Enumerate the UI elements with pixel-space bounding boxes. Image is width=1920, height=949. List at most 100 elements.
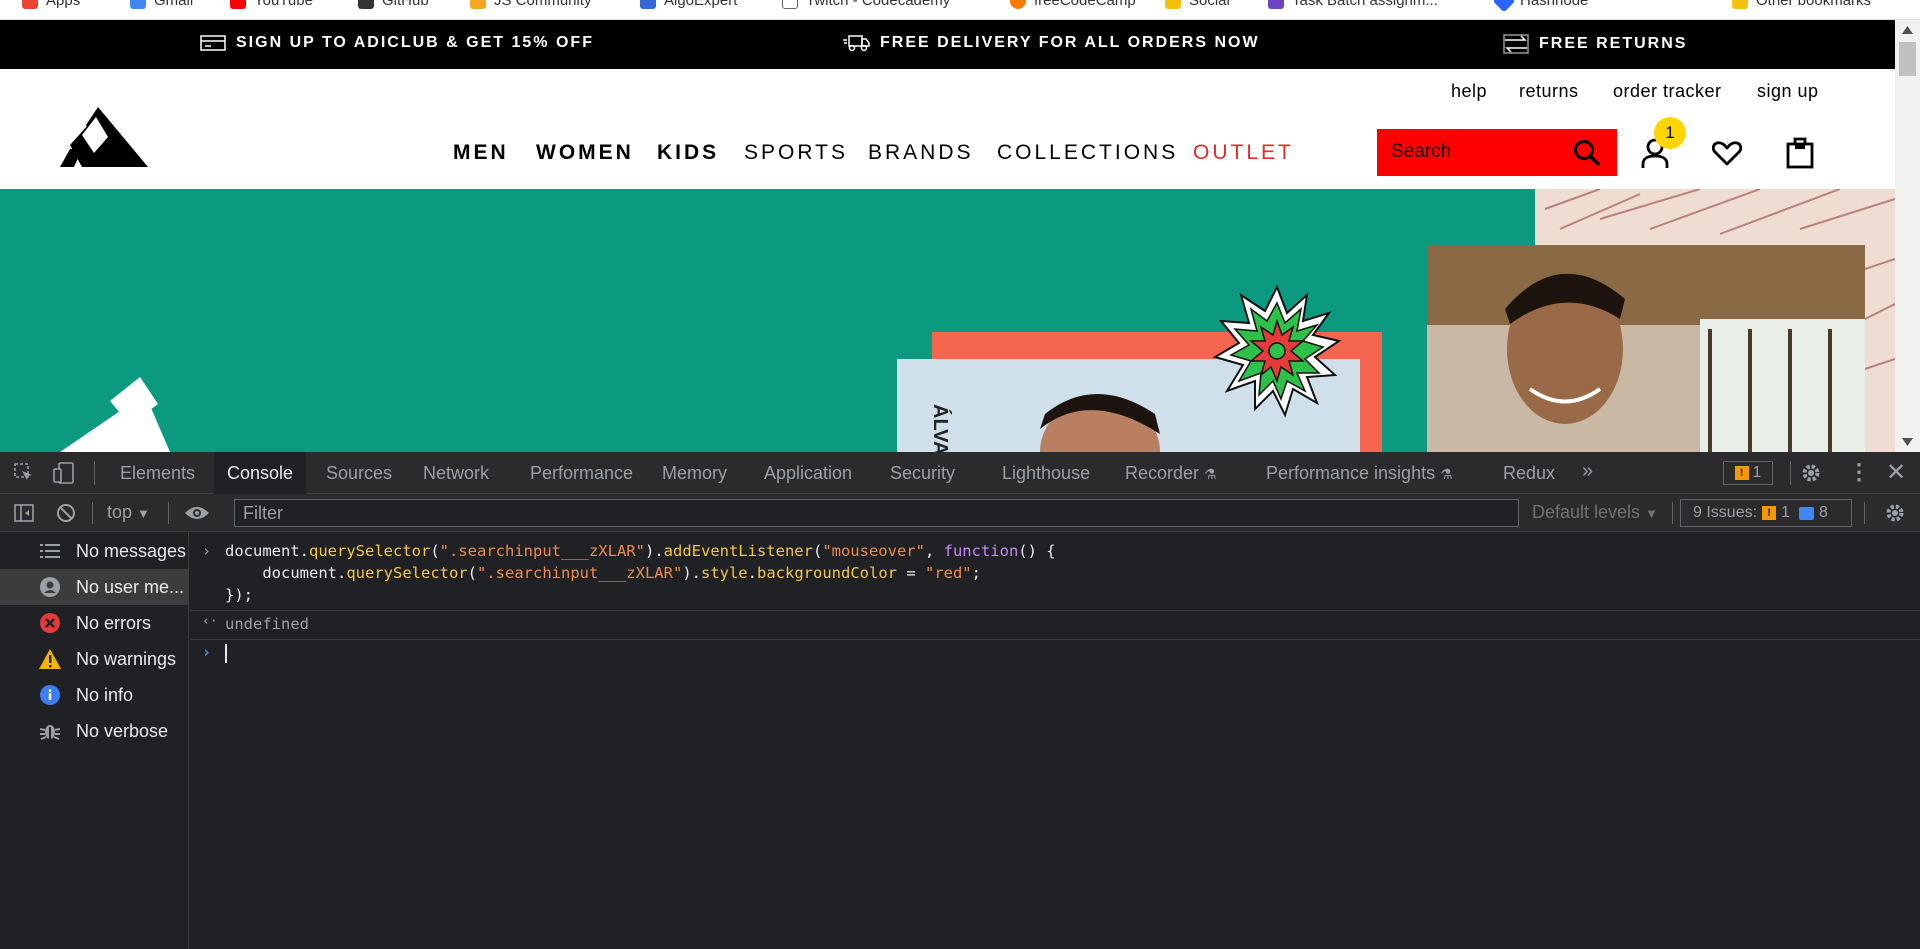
search-icon[interactable] bbox=[1573, 139, 1601, 167]
nav-men[interactable]: MEN bbox=[453, 141, 509, 165]
log-levels-label: Default levels bbox=[1532, 502, 1641, 522]
bookmark-task-batch[interactable]: Task Batch assignm... bbox=[1268, 0, 1438, 9]
console-output[interactable]: › document.querySelector(".searchinput__… bbox=[190, 532, 1920, 949]
sidebar-toggle-icon[interactable] bbox=[14, 504, 34, 522]
scroll-up-icon[interactable] bbox=[1902, 26, 1913, 34]
kebab-menu-icon[interactable]: ⋮ bbox=[1848, 459, 1870, 485]
tab-performance[interactable]: Performance bbox=[530, 463, 633, 484]
sidebar-item-label: No messages bbox=[76, 540, 187, 561]
bookmark-hashnode[interactable]: Hashnode bbox=[1492, 0, 1588, 12]
nav-outlet[interactable]: OUTLET bbox=[1193, 141, 1294, 165]
clear-console-icon[interactable] bbox=[56, 503, 76, 523]
sidebar-item-messages[interactable]: No messages bbox=[0, 533, 188, 569]
bookmark-twitch[interactable]: Twitch - Codecademy bbox=[782, 0, 950, 9]
issues-label: 9 Issues: bbox=[1693, 504, 1758, 521]
settings-gear-icon[interactable] bbox=[1801, 463, 1821, 483]
console-settings-gear-icon[interactable] bbox=[1885, 503, 1905, 523]
issues-counter[interactable]: 9 Issues: ! 1 8 bbox=[1680, 499, 1852, 527]
nav-women[interactable]: WOMEN bbox=[536, 141, 634, 165]
bug-icon bbox=[39, 720, 61, 742]
bookmark-freecodecamp[interactable]: freeCodeCamp bbox=[1010, 0, 1136, 9]
promo-bar: SIGN UP TO ADICLUB & GET 15% OFF FREE DE… bbox=[0, 20, 1895, 69]
promo-adiclub[interactable]: SIGN UP TO ADICLUB & GET 15% OFF bbox=[200, 34, 594, 52]
bookmark-other[interactable]: Other bookmarks bbox=[1732, 0, 1871, 9]
bookmark-js-community[interactable]: JS Community bbox=[470, 0, 592, 9]
hashnode-icon bbox=[1492, 0, 1516, 12]
input-chevron-icon: › bbox=[202, 542, 212, 560]
tab-recorder[interactable]: Recorder ⚗ bbox=[1125, 463, 1217, 484]
tab-memory[interactable]: Memory bbox=[662, 463, 727, 484]
console-input-line-2[interactable]: document.querySelector(".searchinput___z… bbox=[225, 564, 981, 582]
nav-brands[interactable]: BRANDS bbox=[868, 141, 974, 165]
console-divider bbox=[190, 610, 1920, 611]
sidebar-item-user-messages[interactable]: No user me... bbox=[0, 569, 188, 605]
search-input[interactable] bbox=[1391, 141, 1571, 163]
freecodecamp-icon bbox=[1010, 0, 1026, 9]
prompt-chevron-icon: › bbox=[202, 643, 212, 661]
promo-delivery[interactable]: FREE DELIVERY FOR ALL ORDERS NOW bbox=[842, 34, 1260, 52]
bookmark-algoexpert[interactable]: AlgoExpert bbox=[640, 0, 737, 9]
bookmark-github[interactable]: GitHub bbox=[358, 0, 429, 9]
issues-info-count: 8 bbox=[1818, 504, 1828, 521]
sidebar-item-info[interactable]: No info bbox=[0, 677, 188, 713]
nav-collections[interactable]: COLLECTIONS bbox=[997, 141, 1178, 165]
tab-performance-insights[interactable]: Performance insights ⚗ bbox=[1266, 463, 1453, 484]
scroll-down-icon[interactable] bbox=[1902, 438, 1913, 446]
bookmarks-bar: Apps Gmail YouTube GitHub JS Community A… bbox=[0, 0, 1920, 20]
context-selector[interactable]: top ▼ bbox=[107, 502, 150, 523]
nav-kids[interactable]: KIDS bbox=[657, 141, 719, 165]
device-toolbar-icon[interactable] bbox=[53, 462, 75, 484]
tab-security[interactable]: Security bbox=[890, 463, 955, 484]
site-header: help returns order tracker sign up MEN W… bbox=[0, 69, 1895, 189]
sidebar-item-verbose[interactable]: No verbose bbox=[0, 713, 188, 749]
tab-console[interactable]: Console bbox=[214, 452, 307, 494]
toolbar-divider bbox=[1790, 461, 1791, 485]
promo-returns[interactable]: FREE RETURNS bbox=[1503, 34, 1687, 54]
sidebar-item-label: No user me... bbox=[76, 576, 185, 597]
tab-application[interactable]: Application bbox=[764, 463, 852, 484]
tab-elements[interactable]: Elements bbox=[120, 463, 195, 484]
console-input-line-3[interactable]: }); bbox=[225, 586, 253, 604]
tab-network[interactable]: Network bbox=[423, 463, 489, 484]
sign-up-link[interactable]: sign up bbox=[1757, 81, 1819, 102]
console-input-line-1[interactable]: document.querySelector(".searchinput___z… bbox=[225, 542, 1056, 560]
tab-redux[interactable]: Redux bbox=[1503, 463, 1555, 484]
folder-icon bbox=[1165, 0, 1181, 9]
help-link[interactable]: help bbox=[1451, 81, 1487, 102]
hero-banner[interactable]: ÁLVAREZ bbox=[0, 189, 1895, 452]
order-tracker-link[interactable]: order tracker bbox=[1613, 81, 1722, 102]
sidebar-item-errors[interactable]: No errors bbox=[0, 605, 188, 641]
tab-sources[interactable]: Sources bbox=[326, 463, 392, 484]
event-string: "mouseover" bbox=[822, 542, 925, 560]
console-prompt-caret[interactable] bbox=[225, 644, 227, 663]
apps-icon bbox=[22, 0, 38, 9]
live-expression-eye-icon[interactable] bbox=[184, 505, 210, 521]
inspect-element-icon[interactable] bbox=[14, 463, 34, 483]
bookmark-gmail[interactable]: Gmail bbox=[130, 0, 193, 9]
bookmark-youtube[interactable]: YouTube bbox=[230, 0, 313, 9]
scrollbar-thumb[interactable] bbox=[1899, 42, 1916, 76]
returns-icon bbox=[1503, 34, 1529, 54]
console-toolbar: top ▼ Default levels ▼ 9 Issues: ! 1 8 bbox=[0, 494, 1920, 532]
warnings-counter[interactable]: ! 1 bbox=[1723, 461, 1773, 485]
card-name: ÁLVAREZ bbox=[929, 404, 952, 452]
tab-lighthouse[interactable]: Lighthouse bbox=[1002, 463, 1090, 484]
toolbar-divider bbox=[92, 502, 93, 524]
console-filter-input[interactable] bbox=[234, 499, 1519, 527]
bookmark-apps[interactable]: Apps bbox=[22, 0, 80, 9]
bookmark-social[interactable]: Social bbox=[1165, 0, 1230, 9]
error-icon bbox=[39, 612, 61, 634]
search-box[interactable] bbox=[1377, 129, 1617, 176]
nav-sports[interactable]: SPORTS bbox=[744, 141, 848, 165]
adidas-logo[interactable] bbox=[60, 107, 152, 167]
value-string: "red" bbox=[924, 564, 972, 582]
heart-icon[interactable] bbox=[1712, 141, 1742, 167]
sidebar-item-warnings[interactable]: No warnings bbox=[0, 641, 188, 677]
close-devtools-icon[interactable]: ✕ bbox=[1886, 458, 1906, 487]
sidebar-item-label: No warnings bbox=[76, 648, 177, 669]
page-scrollbar[interactable] bbox=[1895, 20, 1920, 452]
cart-bag-icon[interactable] bbox=[1786, 135, 1814, 169]
more-tabs-chevron-icon[interactable]: » bbox=[1582, 460, 1593, 483]
log-levels-dropdown[interactable]: Default levels ▼ bbox=[1532, 502, 1658, 523]
returns-link[interactable]: returns bbox=[1519, 81, 1579, 102]
